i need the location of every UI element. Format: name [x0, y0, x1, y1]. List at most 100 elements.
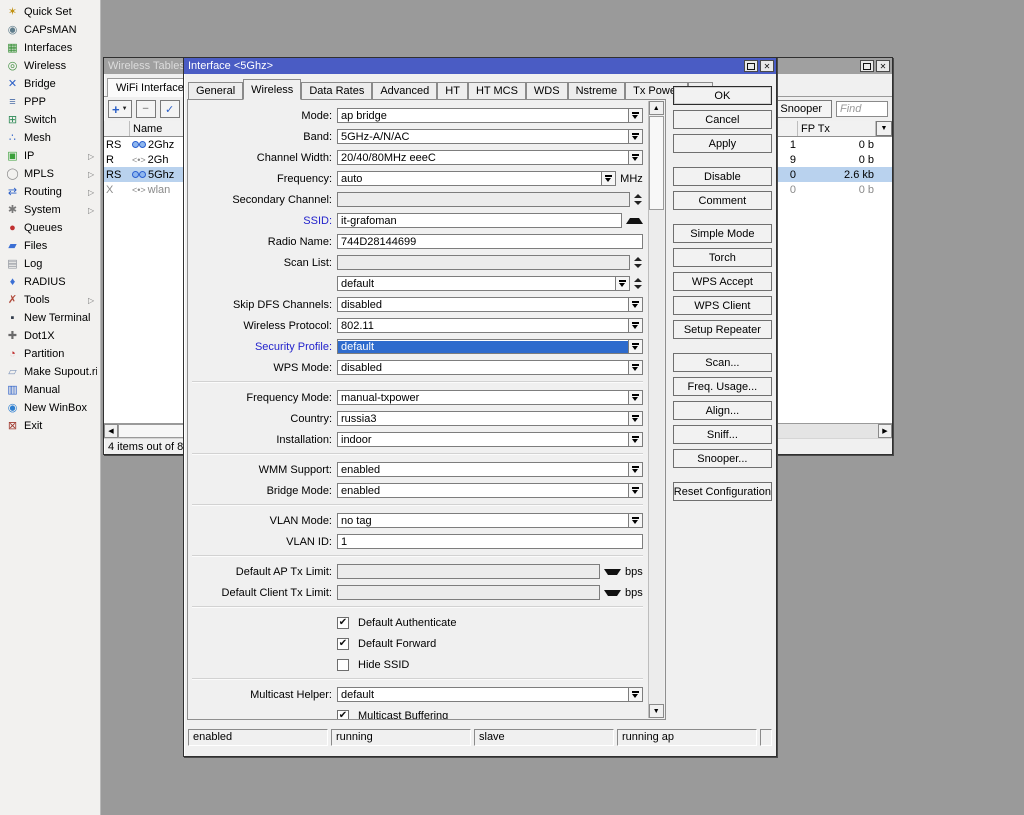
radio-name-field[interactable]: 744D28144699	[337, 234, 643, 249]
bridge-mode-field[interactable]: enabled	[337, 483, 643, 498]
ssid-field[interactable]: it-grafoman	[337, 213, 622, 228]
default-ap-tx-limit-field[interactable]	[337, 564, 600, 579]
maximize-button[interactable]	[860, 60, 874, 72]
band-field[interactable]: 5GHz-A/N/AC	[337, 129, 643, 144]
wps-accept-button[interactable]: WPS Accept	[673, 272, 772, 291]
sidebar-item-quick-set[interactable]: ✶Quick Set	[0, 3, 100, 21]
fptx-column-header[interactable]: FP Tx	[798, 121, 876, 136]
vertical-scrollbar[interactable]: ▲ ▼	[648, 101, 664, 718]
tab-advanced[interactable]: Advanced	[372, 82, 437, 99]
sniff-button[interactable]: Sniff...	[673, 425, 772, 444]
vlan-id-field[interactable]: 1	[337, 534, 643, 549]
scan-list-field[interactable]	[337, 255, 630, 270]
default-forward-checkbox[interactable]: ✔	[337, 638, 349, 650]
sidebar-item-capsman[interactable]: ◉CAPsMAN	[0, 21, 100, 39]
tab-wireless[interactable]: Wireless	[243, 79, 301, 100]
dropdown-button[interactable]	[628, 433, 642, 446]
torch-button[interactable]: Torch	[673, 248, 772, 267]
spinner-control[interactable]	[634, 194, 643, 205]
frequency-mode-field[interactable]: manual-txpower	[337, 390, 643, 405]
wireless-protocol-field[interactable]: 802.11	[337, 318, 643, 333]
dropdown-button[interactable]	[628, 340, 642, 353]
security-profile-field[interactable]: default	[337, 339, 643, 354]
tab-general[interactable]: General	[188, 82, 243, 99]
setup-repeater-button[interactable]: Setup Repeater	[673, 320, 772, 339]
secondary-channel-field[interactable]	[337, 192, 630, 207]
dropdown-button[interactable]	[628, 298, 642, 311]
close-button[interactable]: ✕	[876, 60, 890, 72]
wmm-support-field[interactable]: enabled	[337, 462, 643, 477]
scroll-up-icon[interactable]: ▲	[649, 101, 664, 115]
remove-button[interactable]: −	[136, 100, 156, 118]
dropdown-button[interactable]	[615, 277, 629, 290]
scroll-left-icon[interactable]: ◀	[104, 424, 118, 438]
wps-client-button[interactable]: WPS Client	[673, 296, 772, 315]
sidebar-item-ip[interactable]: ▣IP▷	[0, 147, 100, 165]
scroll-down-icon[interactable]: ▼	[649, 704, 664, 718]
hide-ssid-checkbox[interactable]	[337, 659, 349, 671]
dropdown-button[interactable]	[628, 361, 642, 374]
tab-data-rates[interactable]: Data Rates	[301, 82, 372, 99]
dropdown-button[interactable]	[628, 412, 642, 425]
sidebar-item-tools[interactable]: ✗Tools▷	[0, 291, 100, 309]
dropdown-button[interactable]	[628, 463, 642, 476]
mode-field[interactable]: ap bridge	[337, 108, 643, 123]
spinner-control[interactable]	[634, 257, 643, 268]
sidebar-item-system[interactable]: ✱System▷	[0, 201, 100, 219]
sidebar-item-ppp[interactable]: ≡PPP	[0, 93, 100, 111]
dropdown-button[interactable]	[628, 151, 642, 164]
sidebar-item-switch[interactable]: ⊞Switch	[0, 111, 100, 129]
sidebar-item-new-terminal[interactable]: ▪New Terminal	[0, 309, 100, 327]
scan-button[interactable]: Scan...	[673, 353, 772, 372]
dropdown-button[interactable]	[628, 130, 642, 143]
spinner-control[interactable]	[634, 278, 643, 289]
frequency-field[interactable]: auto	[337, 171, 616, 186]
skip-dfs-channels-field[interactable]: disabled	[337, 297, 643, 312]
sidebar-item-interfaces[interactable]: ▦Interfaces	[0, 39, 100, 57]
tab-nstreme[interactable]: Nstreme	[568, 82, 626, 99]
channel-width-field[interactable]: 20/40/80MHz eeeC	[337, 150, 643, 165]
sidebar-item-queues[interactable]: ●Queues	[0, 219, 100, 237]
collapse-up-icon[interactable]	[626, 218, 643, 224]
freq-usage-button[interactable]: Freq. Usage...	[673, 377, 772, 396]
snooper-button[interactable]: Snooper...	[673, 449, 772, 468]
dropdown-button[interactable]	[601, 172, 615, 185]
disable-button[interactable]: Disable	[673, 167, 772, 186]
sidebar-item-files[interactable]: ▰Files	[0, 237, 100, 255]
dialog-titlebar[interactable]: Interface <5Ghz> ✕	[184, 58, 776, 74]
dropdown-arrow-icon[interactable]	[604, 569, 621, 575]
sidebar-item-routing[interactable]: ⇄Routing▷	[0, 183, 100, 201]
sidebar-item-radius[interactable]: ♦RADIUS	[0, 273, 100, 291]
installation-field[interactable]: indoor	[337, 432, 643, 447]
dropdown-arrow-icon[interactable]	[604, 590, 621, 596]
sidebar-item-make-supout-rif[interactable]: ▱Make Supout.rif	[0, 363, 100, 381]
cancel-button[interactable]: Cancel	[673, 110, 772, 129]
ok-button[interactable]: OK	[673, 86, 772, 105]
add-button[interactable]: + ▼	[108, 100, 132, 118]
sidebar-item-wireless[interactable]: ◎Wireless	[0, 57, 100, 75]
dropdown-button[interactable]	[628, 391, 642, 404]
multicast-helper-field[interactable]: default	[337, 687, 643, 702]
enable-button[interactable]: ✓	[160, 100, 180, 118]
sidebar-item-log[interactable]: ▤Log	[0, 255, 100, 273]
sidebar-item-dot1x[interactable]: ✚Dot1X	[0, 327, 100, 345]
sidebar-item-mesh[interactable]: ∴Mesh	[0, 129, 100, 147]
column-chooser-button[interactable]: ▼	[876, 121, 892, 136]
sidebar-item-mpls[interactable]: ◯MPLS▷	[0, 165, 100, 183]
tab-ht[interactable]: HT	[437, 82, 468, 99]
tab-wds[interactable]: WDS	[526, 82, 568, 99]
wps-mode-field[interactable]: disabled	[337, 360, 643, 375]
vlan-mode-field[interactable]: no tag	[337, 513, 643, 528]
country-field[interactable]: russia3	[337, 411, 643, 426]
sidebar-item-manual[interactable]: ▥Manual	[0, 381, 100, 399]
sidebar-item-bridge[interactable]: ✕Bridge	[0, 75, 100, 93]
dropdown-button[interactable]	[628, 514, 642, 527]
multicast-buffering-checkbox[interactable]: ✔	[337, 710, 349, 721]
default-authenticate-checkbox[interactable]: ✔	[337, 617, 349, 629]
default-client-tx-limit-field[interactable]	[337, 585, 600, 600]
scan-list-entry-field[interactable]: default	[337, 276, 630, 291]
apply-button[interactable]: Apply	[673, 134, 772, 153]
comment-button[interactable]: Comment	[673, 191, 772, 210]
flags-column-header[interactable]	[104, 121, 130, 136]
dropdown-button[interactable]	[628, 484, 642, 497]
